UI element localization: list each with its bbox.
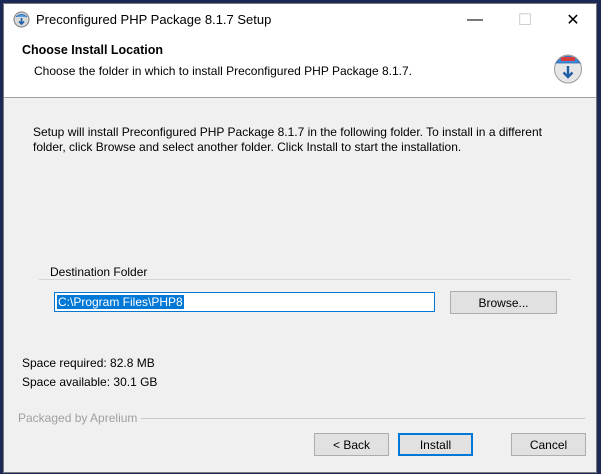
minimize-button[interactable]: — bbox=[452, 4, 498, 35]
title-bar[interactable]: Preconfigured PHP Package 8.1.7 Setup — … bbox=[4, 4, 596, 35]
maximize-button[interactable]: ☐ bbox=[502, 4, 548, 35]
cancel-button[interactable]: Cancel bbox=[511, 433, 586, 456]
installer-icon bbox=[13, 11, 30, 28]
back-button[interactable]: < Back bbox=[314, 433, 389, 456]
space-required-text: Space required: 82.8 MB bbox=[22, 356, 155, 370]
packager-branding: Packaged by Aprelium bbox=[18, 411, 142, 425]
window-title: Preconfigured PHP Package 8.1.7 Setup bbox=[36, 12, 272, 27]
page-subtitle: Choose the folder in which to install Pr… bbox=[34, 64, 412, 78]
space-available-text: Space available: 30.1 GB bbox=[22, 375, 158, 389]
instructions-text: Setup will install Preconfigured PHP Pac… bbox=[33, 125, 542, 154]
browse-button[interactable]: Browse... bbox=[450, 291, 557, 314]
destination-path-input[interactable]: C:\Program Files\PHP8 bbox=[54, 292, 435, 312]
setup-window: Preconfigured PHP Package 8.1.7 Setup — … bbox=[3, 3, 597, 473]
install-disc-icon bbox=[554, 54, 582, 84]
close-button[interactable]: ✕ bbox=[550, 4, 596, 35]
page-title: Choose Install Location bbox=[22, 43, 163, 57]
page-header: Choose Install Location Choose the folde… bbox=[4, 35, 596, 98]
destination-label: Destination Folder bbox=[48, 265, 150, 279]
destination-path-value: C:\Program Files\PHP8 bbox=[57, 295, 184, 309]
install-button[interactable]: Install bbox=[398, 433, 473, 456]
